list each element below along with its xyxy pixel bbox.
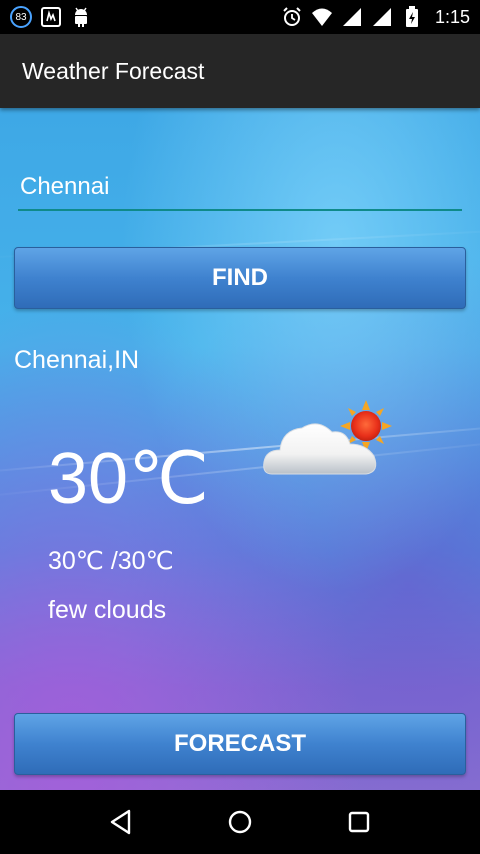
battery-icon bbox=[401, 6, 423, 28]
status-bar: 83 1:15 bbox=[0, 0, 480, 34]
status-time: 1:15 bbox=[434, 6, 470, 27]
weather-description: few clouds bbox=[48, 596, 167, 624]
app-title: Weather Forecast bbox=[22, 57, 205, 84]
wifi-icon bbox=[311, 6, 333, 28]
weather-content: FIND Chennai,IN bbox=[0, 108, 480, 790]
screenshot-icon bbox=[40, 6, 62, 28]
temperature-range: 30℃ /30℃ bbox=[48, 547, 174, 575]
back-icon[interactable] bbox=[101, 802, 141, 842]
status-bar-left: 83 bbox=[10, 6, 92, 28]
signal-icon bbox=[341, 6, 363, 28]
forecast-button[interactable]: FORECAST bbox=[14, 713, 466, 775]
signal-icon bbox=[371, 6, 393, 28]
notification-badge: 83 bbox=[10, 6, 32, 28]
recents-icon[interactable] bbox=[339, 802, 379, 842]
current-temperature: 30℃ bbox=[48, 439, 209, 519]
alarm-icon bbox=[281, 6, 303, 28]
find-button[interactable]: FIND bbox=[14, 247, 466, 309]
android-icon bbox=[70, 6, 92, 28]
status-bar-right: 1:15 bbox=[281, 6, 470, 28]
navigation-bar bbox=[0, 790, 480, 854]
partly-cloudy-icon bbox=[262, 400, 394, 480]
city-search-input[interactable] bbox=[18, 163, 462, 211]
home-icon[interactable] bbox=[220, 802, 260, 842]
location-label: Chennai,IN bbox=[14, 346, 140, 374]
app-bar: Weather Forecast bbox=[0, 34, 480, 108]
